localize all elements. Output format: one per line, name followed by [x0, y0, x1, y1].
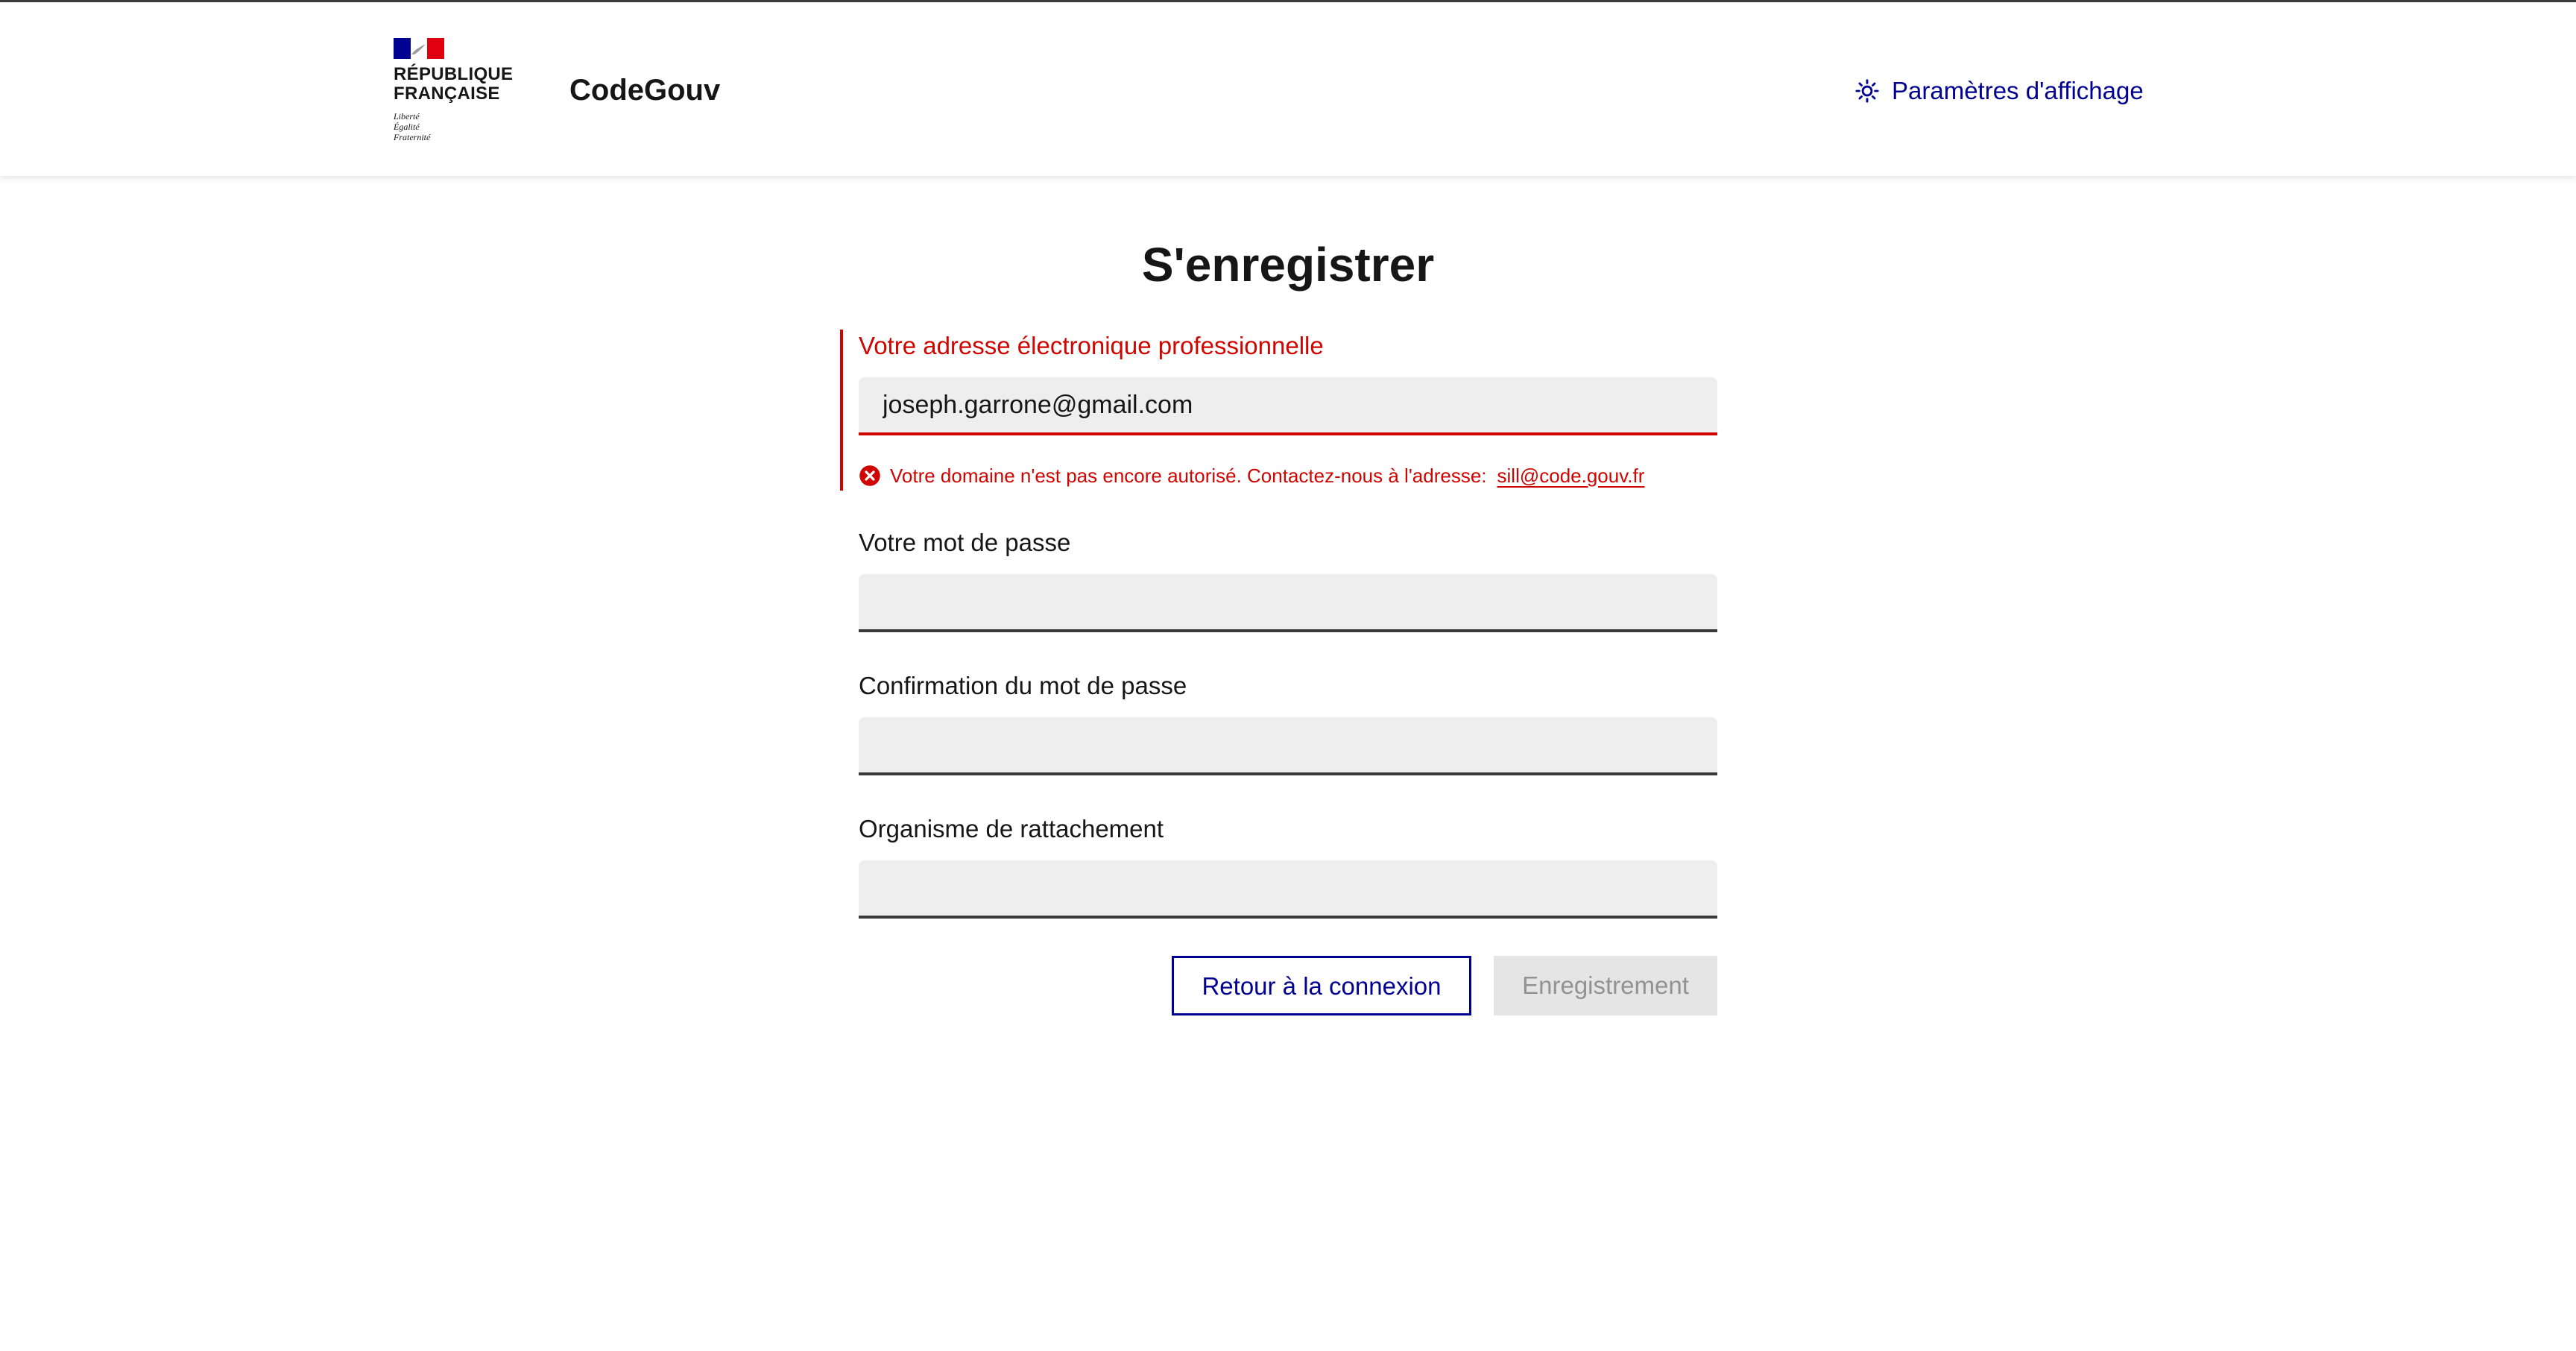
display-settings-label: Paramètres d'affichage — [1892, 77, 2144, 104]
devise-liberte: Liberté — [394, 111, 420, 122]
contact-email-link[interactable]: sill@code.gouv.fr — [1497, 464, 1645, 488]
email-error-message: Votre domaine n'est pas encore autorisé.… — [859, 462, 1644, 489]
password-label: Votre mot de passe — [859, 529, 1071, 556]
sun-icon — [1855, 79, 1879, 103]
email-label: Votre adresse électronique professionnel… — [859, 332, 1324, 359]
password-confirmation-field[interactable] — [859, 717, 1717, 775]
page-title: S'enregistrer — [1141, 238, 1435, 292]
devise-fraternite: Fraternité — [394, 132, 431, 142]
site-header: RÉPUBLIQUE FRANÇAISE Liberté Égalité Fra… — [0, 0, 2576, 176]
password-confirmation-label: Confirmation du mot de passe — [859, 672, 1187, 699]
page: RÉPUBLIQUE FRANÇAISE Liberté Égalité Fra… — [0, 0, 2576, 1351]
back-to-login-button[interactable]: Retour à la connexion — [1172, 956, 1471, 1015]
display-settings-button[interactable]: Paramètres d'affichage — [1854, 72, 2144, 110]
email-error-text: Votre domaine n'est pas encore autorisé.… — [890, 464, 1487, 487]
error-circle-icon — [859, 465, 880, 486]
register-button[interactable]: Enregistrement — [1494, 956, 1717, 1015]
logo-devise: Liberté Égalité Fraternité — [394, 111, 520, 142]
email-field[interactable] — [859, 377, 1717, 435]
french-flag-icon — [394, 38, 444, 59]
organisation-label: Organisme de rattachement — [859, 815, 1164, 843]
devise-egalite: Égalité — [394, 122, 420, 132]
service-title[interactable]: CodeGouv — [569, 71, 720, 110]
error-indicator-bar — [840, 330, 843, 491]
republique-francaise-logo[interactable]: RÉPUBLIQUE FRANÇAISE Liberté Égalité Fra… — [394, 38, 520, 142]
organisation-field[interactable] — [859, 860, 1717, 919]
password-field[interactable] — [859, 574, 1717, 632]
logo-text-line-1: RÉPUBLIQUE — [394, 64, 514, 84]
logo-text-line-2: FRANÇAISE — [394, 84, 500, 104]
